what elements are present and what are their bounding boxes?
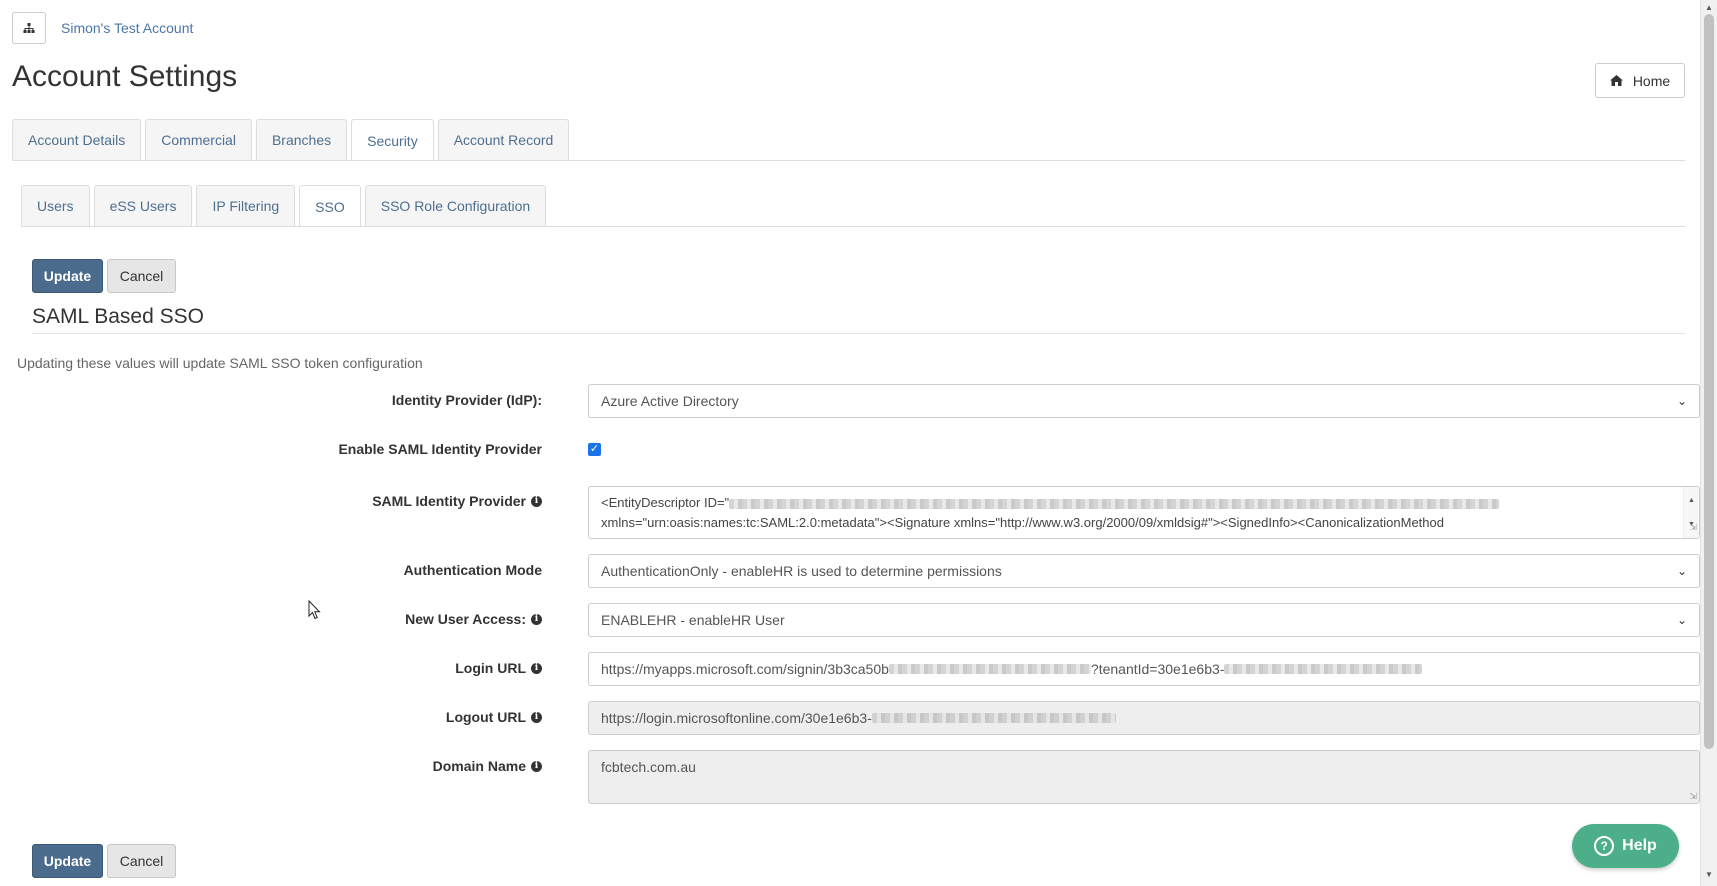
tab-ess-users[interactable]: eSS Users [93, 185, 193, 226]
logout-url-label-text: Logout URL [445, 709, 526, 725]
main-tabs-divider [12, 160, 1685, 161]
idp-label-text: Identity Provider (IdP): [391, 392, 542, 408]
login-url-input[interactable]: https://myapps.microsoft.com/signin/3b3c… [588, 652, 1700, 686]
tab-branches[interactable]: Branches [255, 119, 348, 160]
saml-metadata-line2: xmlns="urn:oasis:names:tc:SAML:2.0:metad… [601, 515, 1444, 530]
help-button[interactable]: ? Help [1572, 824, 1679, 868]
tab-security[interactable]: Security [351, 119, 434, 161]
new-user-access-label-text: New User Access: [405, 611, 526, 627]
account-name-link[interactable]: Simon's Test Account [61, 20, 193, 36]
scroll-up-icon[interactable]: ▲ [1705, 3, 1713, 12]
login-url-label: Login URL i [455, 660, 542, 676]
cancel-button-top[interactable]: Cancel [107, 259, 176, 293]
idp-label: Identity Provider (IdP): [392, 392, 542, 408]
home-icon [1609, 75, 1623, 86]
question-icon: ? [1594, 836, 1615, 856]
logout-url-label: Logout URL i [446, 709, 542, 725]
saml-idp-label-text: SAML Identity Provider [372, 493, 526, 509]
enable-saml-checkbox[interactable]: ✓ [588, 443, 601, 456]
help-label: Help [1622, 837, 1657, 854]
page-title: Account Settings [12, 60, 238, 93]
update-button-top[interactable]: Update [32, 259, 103, 293]
login-url-label-text: Login URL [455, 660, 526, 676]
info-icon[interactable]: i [531, 613, 542, 625]
mouse-cursor-icon [308, 600, 321, 620]
new-user-access-value: ENABLEHR - enableHR User [601, 612, 785, 628]
page-scrollbar[interactable]: ▲ ▼ [1700, 0, 1717, 886]
redacted-tenant-id [871, 713, 1116, 723]
tab-sso[interactable]: SSO [299, 185, 361, 227]
idp-select[interactable]: Azure Active Directory ⌄ [588, 384, 1700, 418]
auth-mode-label: Authentication Mode [404, 562, 542, 578]
home-button[interactable]: Home [1595, 63, 1685, 98]
idp-value: Azure Active Directory [601, 393, 739, 409]
security-sub-tabs: Users eSS Users IP Filtering SSO SSO Rol… [21, 185, 547, 227]
account-settings-page: Simon's Test Account Account Settings Ho… [0, 0, 1700, 886]
chevron-down-icon: ⌄ [1676, 564, 1687, 578]
info-icon[interactable]: i [531, 760, 542, 772]
login-url-part1: https://myapps.microsoft.com/signin/3b3c… [601, 661, 889, 677]
section-title: SAML Based SSO [32, 305, 204, 328]
section-divider [32, 333, 1685, 334]
tab-commercial[interactable]: Commercial [145, 119, 252, 160]
resize-handle-icon[interactable]: ⇲ [1689, 517, 1697, 537]
info-icon[interactable]: i [531, 711, 542, 723]
domain-name-label: Domain Name i [433, 758, 542, 774]
logout-url-value: https://login.microsoftonline.com/30e1e6… [601, 710, 872, 726]
tab-account-details[interactable]: Account Details [12, 119, 142, 160]
auth-mode-select[interactable]: AuthenticationOnly - enableHR is used to… [588, 554, 1700, 588]
auth-mode-label-text: Authentication Mode [403, 562, 542, 578]
section-description: Updating these values will update SAML S… [17, 355, 423, 371]
enable-saml-label-text: Enable SAML Identity Provider [338, 441, 542, 457]
domain-name-label-text: Domain Name [432, 758, 526, 774]
redacted-app-id [888, 664, 1091, 674]
saml-metadata-line1: <EntityDescriptor ID=" [601, 495, 730, 510]
login-url-part2: ?tenantId=30e1e6b3- [1090, 661, 1225, 677]
scroll-up-icon[interactable]: ▲ [1688, 491, 1695, 511]
main-tabs: Account Details Commercial Branches Secu… [12, 119, 570, 161]
update-button-bottom[interactable]: Update [32, 844, 103, 878]
info-icon[interactable]: i [531, 495, 542, 507]
home-label: Home [1632, 72, 1671, 89]
enable-saml-label: Enable SAML Identity Provider [338, 441, 542, 457]
chevron-down-icon: ⌄ [1676, 394, 1687, 408]
org-switcher-button[interactable] [12, 12, 46, 44]
saml-idp-metadata-textarea[interactable]: <EntityDescriptor ID=" xmlns="urn:oasis:… [588, 486, 1700, 539]
domain-name-textarea[interactable]: fcbtech.com.au ⇲ [588, 750, 1700, 804]
new-user-access-select[interactable]: ENABLEHR - enableHR User ⌄ [588, 603, 1700, 637]
tab-sso-role-configuration[interactable]: SSO Role Configuration [364, 185, 547, 226]
scroll-down-icon[interactable]: ▼ [1705, 870, 1713, 879]
new-user-access-label: New User Access: i [405, 611, 542, 627]
info-icon[interactable]: i [531, 662, 542, 674]
logout-url-input[interactable]: https://login.microsoftonline.com/30e1e6… [588, 701, 1700, 735]
redacted-entity-id [729, 498, 1500, 509]
tab-users[interactable]: Users [21, 185, 90, 226]
redacted-tenant-id [1224, 664, 1423, 674]
domain-name-value: fcbtech.com.au [601, 759, 696, 775]
tab-ip-filtering[interactable]: IP Filtering [196, 185, 296, 226]
resize-handle-icon[interactable]: ⇲ [1689, 791, 1697, 802]
scrollbar-thumb[interactable] [1704, 14, 1714, 749]
cancel-button-bottom[interactable]: Cancel [107, 844, 176, 878]
auth-mode-value: AuthenticationOnly - enableHR is used to… [601, 563, 1002, 579]
chevron-down-icon: ⌄ [1676, 613, 1687, 627]
sub-tabs-divider [21, 226, 1685, 227]
tab-account-record[interactable]: Account Record [437, 119, 570, 160]
sitemap-icon [23, 22, 35, 33]
saml-idp-label: SAML Identity Provider i [372, 493, 542, 509]
